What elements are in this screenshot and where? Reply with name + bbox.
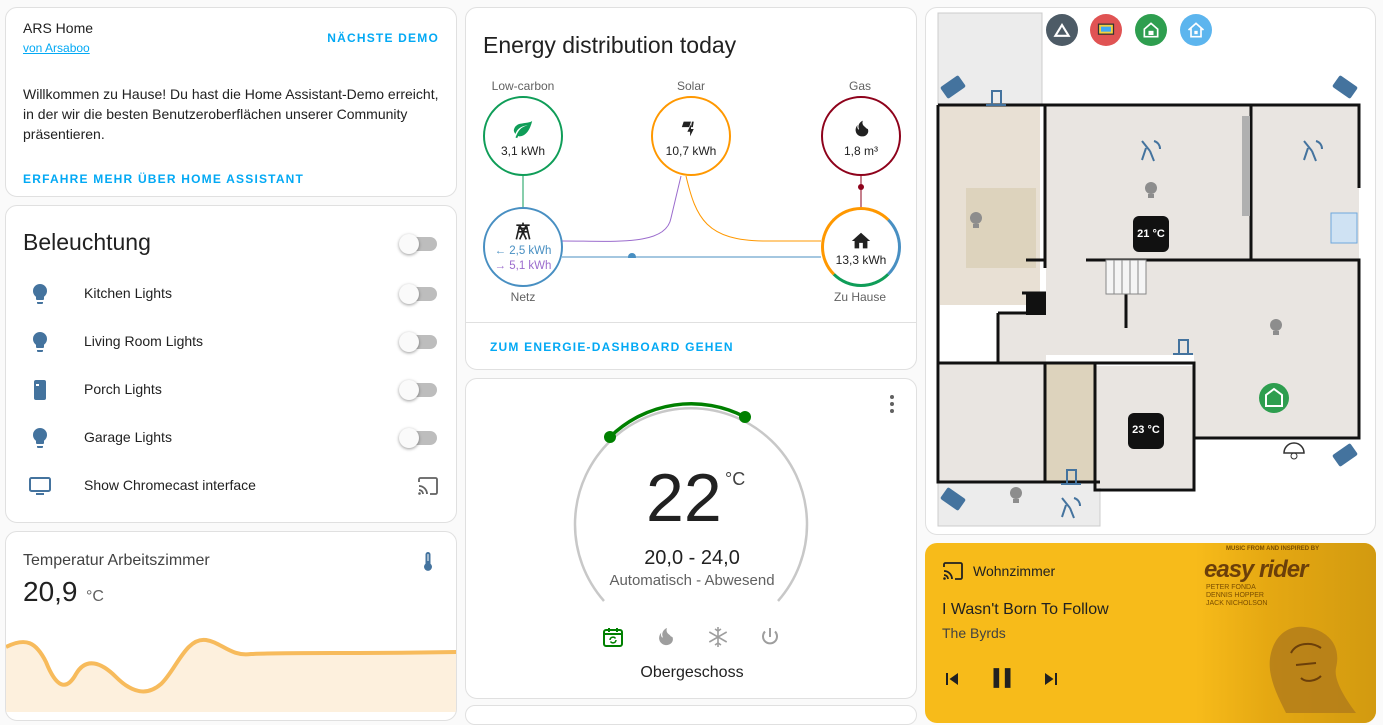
thermostat-unit: °C: [725, 469, 746, 489]
television-icon: [29, 477, 51, 495]
power-icon[interactable]: [758, 625, 782, 649]
energy-dashboard-link[interactable]: ZUM ENERGIE-DASHBOARD GEHEN: [490, 340, 734, 354]
light-row-porch[interactable]: Porch Lights: [6, 366, 456, 414]
lightbulb-icon: [33, 428, 47, 448]
grid-import: ← 2,5 kWh: [494, 245, 552, 257]
home-node[interactable]: 13,3 kWh: [821, 207, 901, 287]
media-player-card: MUSIC FROM AND INSPIRED BY easy rider PE…: [925, 543, 1376, 723]
lights-card: Beleuchtung Kitchen Lights Living Room L…: [5, 205, 457, 523]
intro-title: ARS Home: [23, 20, 94, 36]
pause-icon[interactable]: [985, 661, 1019, 695]
thermostat-name: Obergeschoss: [640, 664, 744, 681]
energy-card: Energy distribution today Low-carbon Sol…: [465, 7, 917, 370]
toggle-garage-lights[interactable]: [399, 428, 437, 448]
lights-title: Beleuchtung: [23, 229, 151, 255]
media-artist: The Byrds: [942, 625, 1006, 641]
snowflake-icon[interactable]: [706, 625, 730, 649]
gas-node[interactable]: 1,8 m³: [821, 96, 901, 176]
floorplan-temp-2[interactable]: 23 °C: [1128, 424, 1164, 436]
chromecast-label: Show Chromecast interface: [84, 477, 256, 493]
thermostat-mode-text: Automatisch - Abwesend: [609, 572, 775, 589]
grid-export: → 5,1 kWh: [494, 260, 552, 272]
light-label-living-room: Living Room Lights: [84, 333, 204, 349]
album-art-top: MUSIC FROM AND INSPIRED BY: [1226, 546, 1320, 552]
toggle-porch-lights[interactable]: [399, 380, 437, 400]
temperature-value: 20,9 °C: [23, 576, 104, 608]
temperature-title: Temperatur Arbeitszimmer: [23, 552, 210, 569]
energy-divider: [466, 322, 916, 323]
album-art-figure: [1269, 626, 1356, 713]
temperature-card[interactable]: Temperatur Arbeitszimmer 20,9 °C: [5, 531, 457, 721]
home-label: Zu Hause: [833, 290, 887, 304]
home-icon: [851, 232, 871, 249]
learn-more-link[interactable]: ERFAHRE MEHR ÜBER HOME ASSISTANT: [23, 172, 304, 186]
lights-master-toggle[interactable]: [399, 234, 437, 254]
thermostat-range: 20,0 - 24,0: [644, 547, 740, 569]
next-track-icon[interactable]: [1039, 667, 1063, 691]
fire-icon: [855, 120, 869, 137]
gas-value: 1,8 m³: [843, 144, 878, 158]
solar-value: 10,7 kWh: [665, 144, 717, 158]
album-art-title: easy rider: [1204, 556, 1308, 583]
cast-icon[interactable]: [416, 474, 440, 498]
thermometer-icon: [424, 552, 432, 571]
toggle-kitchen-lights[interactable]: [399, 284, 437, 304]
media-track: I Wasn't Born To Follow: [942, 601, 1109, 618]
outdoor-lamp-icon: [34, 380, 46, 400]
solar-node[interactable]: 10,7 kWh: [651, 96, 731, 176]
temperature-unit: °C: [85, 588, 104, 605]
low-carbon-value: 3,1 kWh: [500, 144, 545, 158]
grid-node[interactable]: ← 2,5 kWh → 5,1 kWh: [483, 207, 563, 287]
floorplan-map: [936, 12, 1361, 527]
low-carbon-node[interactable]: 3,1 kWh: [483, 96, 563, 176]
floorplan-temp-1[interactable]: 21 °C: [1133, 228, 1169, 240]
author-link[interactable]: von Arsaboo: [23, 41, 90, 55]
fire-icon[interactable]: [653, 625, 677, 649]
leaf-icon: [513, 120, 533, 139]
lightbulb-icon: [33, 332, 47, 352]
calendar-sync-icon[interactable]: [601, 625, 625, 649]
lightbulb-icon: [33, 284, 47, 304]
album-art-credit-1: PETER FONDA: [1206, 584, 1256, 591]
grid-label: Netz: [510, 290, 536, 304]
album-art: MUSIC FROM AND INSPIRED BY easy rider PE…: [1196, 543, 1376, 723]
next-card-edge: [465, 705, 917, 725]
next-demo-button[interactable]: NÄCHSTE DEMO: [327, 31, 439, 45]
thermostat-card: 22 °C 20,0 - 24,0 Automatisch - Abwesend…: [465, 378, 917, 699]
home-value: 13,3 kWh: [835, 253, 887, 267]
media-source: Wohnzimmer: [973, 563, 1056, 579]
light-label-kitchen: Kitchen Lights: [84, 285, 172, 301]
light-row-living-room[interactable]: Living Room Lights: [6, 318, 456, 366]
intro-description: Willkommen zu Hause! Du hast die Home As…: [23, 86, 439, 142]
intro-card: ARS Home von Arsaboo NÄCHSTE DEMO Willko…: [5, 7, 457, 197]
previous-track-icon[interactable]: [940, 667, 964, 691]
chromecast-row[interactable]: Show Chromecast interface: [6, 462, 456, 510]
solar-power-icon: [681, 121, 694, 137]
light-row-garage[interactable]: Garage Lights: [6, 414, 456, 462]
floorplan-card: 21 °C 23 °C: [925, 7, 1376, 535]
toggle-living-room-lights[interactable]: [399, 332, 437, 352]
light-label-garage: Garage Lights: [84, 429, 172, 445]
transmission-tower-icon: [515, 222, 531, 240]
thermostat-target: 22: [646, 460, 722, 536]
temperature-number: 20,9: [23, 576, 78, 607]
temperature-graph: [6, 637, 456, 712]
cast-icon: [943, 562, 963, 580]
light-label-porch: Porch Lights: [84, 381, 162, 397]
light-row-kitchen[interactable]: Kitchen Lights: [6, 270, 456, 318]
